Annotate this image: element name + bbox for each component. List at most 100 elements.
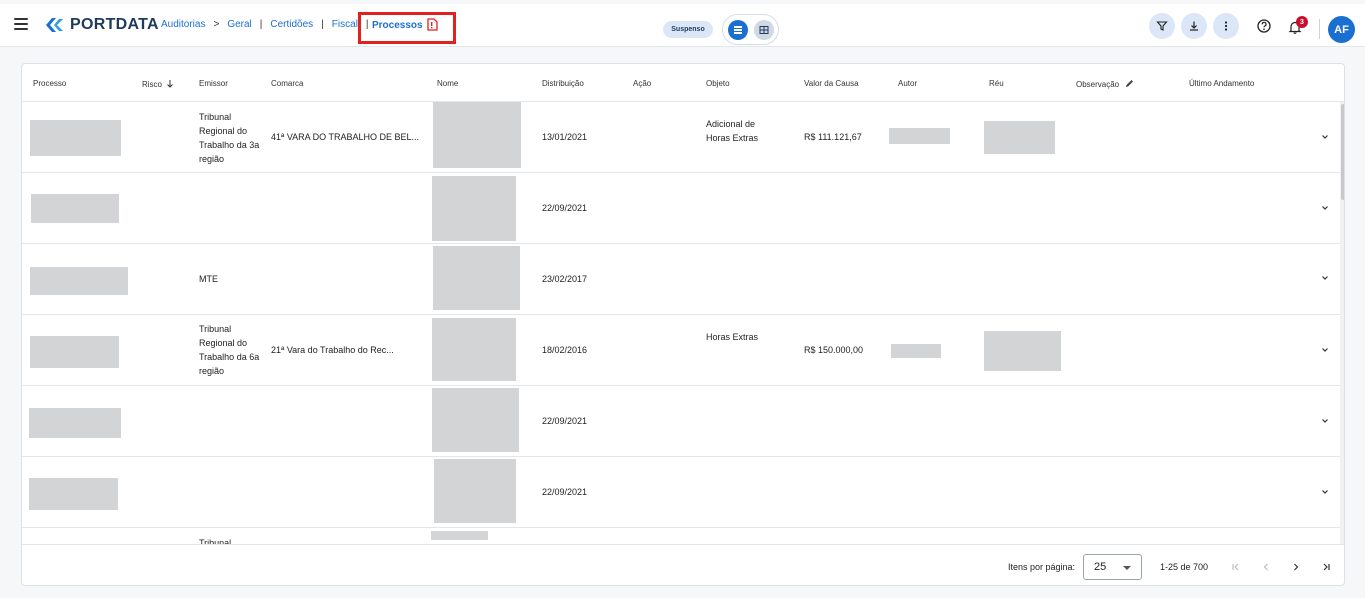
col-autor[interactable]: Autor: [898, 79, 917, 88]
cell-emissor: Tribunal Regional do Trabalho da 3a regi…: [199, 112, 260, 164]
breadcrumb-fiscal[interactable]: Fiscal: [332, 19, 358, 30]
breadcrumb: Auditorias > Geral | Certidões | Fiscal …: [161, 19, 377, 30]
redacted-nome: [432, 176, 516, 241]
cell-objeto: Adicional de Horas Extras: [706, 119, 759, 143]
table-row[interactable]: 22/09/2021: [22, 173, 1340, 244]
table-row[interactable]: Tribunal: [22, 528, 1340, 544]
last-page-icon[interactable]: [1317, 558, 1335, 576]
redacted-processo: [31, 194, 119, 223]
col-risco[interactable]: Risco: [142, 79, 174, 89]
redacted-nome: [431, 531, 488, 540]
more-vertical-icon[interactable]: [1213, 13, 1239, 39]
cell-emissor: Tribunal Regional do Trabalho da 6a regi…: [199, 324, 260, 376]
cell-objeto: Horas Extras: [706, 332, 759, 342]
filter-icon[interactable]: [1149, 13, 1175, 39]
chevron-down-icon[interactable]: [1320, 416, 1330, 426]
edit-pencil-icon[interactable]: [1125, 79, 1134, 88]
portdata-logo-icon: [46, 18, 63, 32]
hamburger-menu-icon[interactable]: [14, 18, 28, 30]
pagination-bar: Itens por página: 25 1-25 de 700: [22, 544, 1344, 585]
processos-table-card: Processo Risco Emissor Comarca Nome Dist…: [21, 63, 1345, 586]
previous-page-icon[interactable]: [1257, 558, 1275, 576]
breadcrumb-arrow: >: [213, 19, 220, 30]
redacted-processo: [30, 336, 119, 368]
divider: [1319, 19, 1320, 39]
chevron-down-icon[interactable]: [1320, 487, 1330, 497]
col-observacao[interactable]: Observação: [1076, 79, 1134, 89]
redacted-autor: [891, 344, 941, 358]
items-per-page-value: 25: [1094, 561, 1107, 573]
cell-distribuicao: 18/02/2016: [542, 345, 588, 355]
status-badge: Suspenso: [663, 21, 713, 38]
select-caret-icon: [1123, 566, 1131, 570]
col-emissor[interactable]: Emissor: [199, 79, 228, 88]
col-acao[interactable]: Ação: [633, 79, 651, 88]
items-per-page-label: Itens por página:: [1008, 562, 1076, 572]
top-bar: PORTDATA Auditorias > Geral | Certidões …: [0, 4, 1365, 47]
breadcrumb-auditorias[interactable]: Auditorias: [161, 19, 205, 30]
breadcrumb-processos[interactable]: Processos: [372, 20, 423, 31]
cell-distribuicao: 22/09/2021: [542, 416, 588, 426]
col-processo[interactable]: Processo: [33, 79, 66, 88]
help-icon[interactable]: [1254, 16, 1274, 36]
col-comarca[interactable]: Comarca: [271, 79, 303, 88]
redacted-reu: [984, 331, 1061, 371]
col-distribuicao[interactable]: Distribuição: [542, 79, 584, 88]
next-page-icon[interactable]: [1287, 558, 1305, 576]
col-valor[interactable]: Valor da Causa: [804, 79, 859, 88]
cell-valor: R$ 150.000,00: [804, 345, 864, 355]
chevron-down-icon[interactable]: [1320, 345, 1330, 355]
col-observacao-label: Observação: [1076, 80, 1120, 89]
redacted-autor: [889, 128, 950, 144]
table-row[interactable]: Tribunal Regional do Trabalho da 6a regi…: [22, 315, 1340, 386]
breadcrumb-separator: |: [259, 19, 263, 30]
scrollbar-thumb[interactable]: [1341, 104, 1344, 200]
logo-text: PORTDATA: [70, 16, 159, 33]
chevron-down-icon[interactable]: [1320, 132, 1330, 142]
redacted-processo: [29, 408, 121, 438]
redacted-processo: [30, 120, 121, 156]
items-per-page-select[interactable]: 25: [1083, 554, 1142, 580]
table-row[interactable]: 22/09/2021: [22, 457, 1340, 528]
chevron-down-icon[interactable]: [1320, 203, 1330, 213]
document-alert-icon[interactable]: [426, 18, 438, 31]
cell-distribuicao: 13/01/2021: [542, 132, 588, 142]
logo[interactable]: PORTDATA: [44, 15, 159, 35]
cell-emissor: Tribunal: [199, 538, 232, 544]
table-header: Processo Risco Emissor Comarca Nome Dist…: [22, 64, 1344, 102]
cell-valor: R$ 111.121,67: [804, 132, 862, 142]
redacted-nome: [432, 318, 516, 381]
first-page-icon[interactable]: [1227, 558, 1245, 576]
download-icon[interactable]: [1181, 13, 1207, 39]
table-row[interactable]: MTE 23/02/2017: [22, 244, 1340, 315]
redacted-nome: [433, 246, 520, 310]
table-row[interactable]: 22/09/2021: [22, 386, 1340, 457]
cell-distribuicao: 22/09/2021: [542, 487, 588, 497]
redacted-nome: [433, 102, 521, 168]
redacted-nome: [432, 388, 519, 452]
redacted-processo: [30, 267, 128, 295]
redacted-nome: [434, 459, 516, 523]
table-row[interactable]: Tribunal Regional do Trabalho da 3a regi…: [22, 102, 1340, 173]
col-objeto[interactable]: Objeto: [706, 79, 730, 88]
col-risco-label: Risco: [142, 80, 163, 89]
breadcrumb-separator: |: [321, 19, 324, 30]
cell-comarca: 41ª VARA DO TRABALHO DE BEL...: [271, 132, 420, 142]
cell-emissor: MTE: [199, 274, 218, 284]
sort-down-icon: [167, 80, 174, 88]
table-body: Tribunal Regional do Trabalho da 3a regi…: [22, 102, 1340, 544]
col-reu[interactable]: Réu: [989, 79, 1004, 88]
breadcrumb-certidoes[interactable]: Certidões: [270, 19, 313, 30]
avatar[interactable]: AF: [1328, 16, 1355, 43]
list-view-icon[interactable]: [728, 20, 748, 40]
cell-distribuicao: 23/02/2017: [542, 274, 588, 284]
pagination-range: 1-25 de 700: [1160, 562, 1209, 572]
col-ultimo-andamento[interactable]: Último Andamento: [1189, 79, 1254, 88]
table-view-icon[interactable]: [754, 20, 774, 40]
col-nome[interactable]: Nome: [437, 79, 458, 88]
chevron-down-icon[interactable]: [1320, 273, 1330, 283]
notification-badge: 3: [1296, 16, 1308, 28]
breadcrumb-geral[interactable]: Geral: [227, 19, 251, 30]
view-toggle: [722, 14, 779, 45]
scrollbar[interactable]: [1340, 102, 1344, 544]
